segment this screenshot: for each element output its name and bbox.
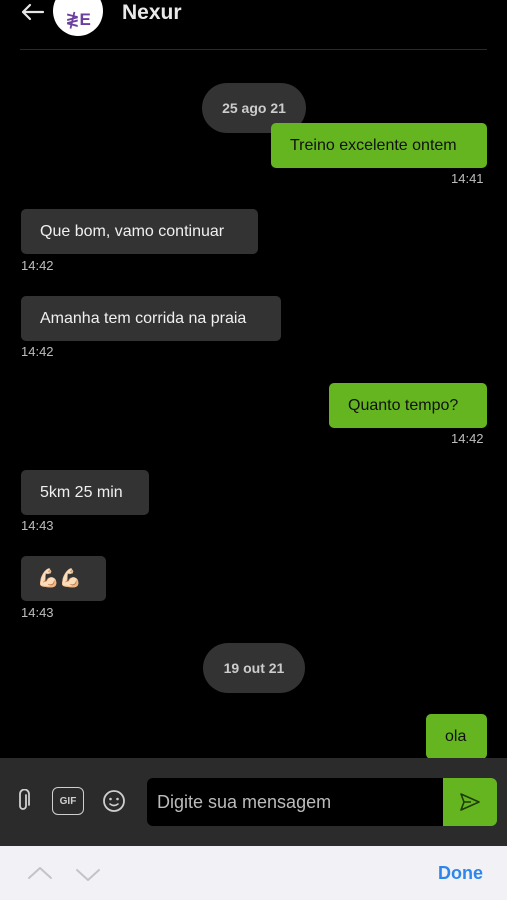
message-bubble-incoming[interactable]: Que bom, vamo continuar <box>21 209 258 254</box>
done-button[interactable]: Done <box>438 863 483 884</box>
message-bubble-incoming[interactable]: 5km 25 min <box>21 470 149 515</box>
previous-field-button[interactable] <box>26 862 54 884</box>
message-time: 14:42 <box>21 258 54 273</box>
gif-button[interactable]: GIF <box>52 787 84 815</box>
send-icon <box>460 793 480 811</box>
avatar[interactable]: ≹E <box>53 0 103 36</box>
keyboard-accessory-bar: Done <box>0 846 507 900</box>
arrow-left-icon <box>21 3 45 21</box>
next-field-button[interactable] <box>74 864 102 886</box>
attach-button[interactable] <box>12 788 34 814</box>
chat-header: ≹E Nexur <box>0 0 507 50</box>
send-button[interactable] <box>443 778 497 826</box>
contact-name: Nexur <box>122 1 182 24</box>
message-time: 14:42 <box>451 431 484 446</box>
message-bubble-outgoing[interactable]: ola <box>426 714 487 758</box>
message-composer: GIF <box>0 758 507 846</box>
chevron-up-icon <box>28 867 52 879</box>
message-bubble-incoming[interactable]: Amanha tem corrida na praia <box>21 296 281 341</box>
message-bubble-outgoing[interactable]: Quanto tempo? <box>329 383 487 428</box>
message-time: 14:42 <box>21 344 54 359</box>
message-time: 14:43 <box>21 605 54 620</box>
message-input[interactable] <box>147 778 443 826</box>
chevron-down-icon <box>76 869 100 881</box>
avatar-logo: ≹E <box>65 10 91 29</box>
back-button[interactable] <box>18 0 46 24</box>
message-time: 14:41 <box>451 171 484 186</box>
paperclip-icon <box>19 789 30 810</box>
emoji-button[interactable] <box>101 788 127 814</box>
gif-label: GIF <box>59 795 77 807</box>
smiley-icon <box>103 790 125 812</box>
message-list[interactable]: 25 ago 21 Treino excelente ontem 14:41 Q… <box>0 50 507 758</box>
message-bubble-outgoing[interactable]: Treino excelente ontem <box>271 123 487 168</box>
date-separator: 19 out 21 <box>203 643 305 693</box>
message-bubble-incoming-emoji[interactable]: 💪🏻💪🏻 <box>21 556 106 601</box>
message-time: 14:43 <box>21 518 54 533</box>
